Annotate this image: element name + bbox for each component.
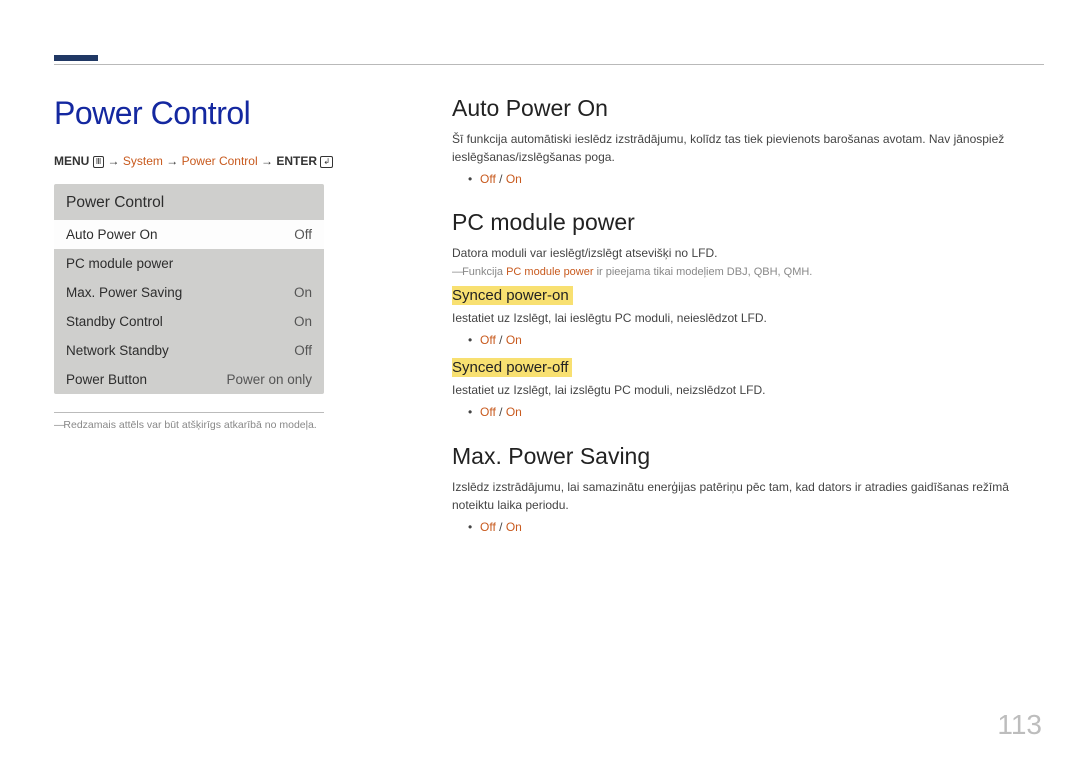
text-max-power-saving: Izslēdz izstrādājumu, lai samazinātu ene… <box>452 478 1044 514</box>
osd-title: Power Control <box>54 184 324 220</box>
heading-max-power-saving: Max. Power Saving <box>452 443 1044 470</box>
text-synced-power-off: Iestatiet uz Izslēgt, lai izslēgtu PC mo… <box>452 381 1044 399</box>
note-pc-module-power: Funkcija PC module power ir pieejama tik… <box>452 266 1044 278</box>
section-max-power-saving: Max. Power Saving Izslēdz izstrādājumu, … <box>452 443 1044 537</box>
path-system: System <box>123 154 163 168</box>
enter-icon: ↲ <box>320 156 333 168</box>
text-synced-power-on: Iestatiet uz Izslēgt, lai ieslēgtu PC mo… <box>452 309 1044 327</box>
osd-row[interactable]: Network Standby Off <box>54 336 324 365</box>
osd-row-label: Auto Power On <box>66 227 158 242</box>
heading-auto-power-on: Auto Power On <box>452 95 1044 122</box>
osd-panel: Power Control Auto Power On Off PC module … <box>54 184 324 394</box>
osd-row-label: PC module power <box>66 256 173 271</box>
heading-pc-module-power: PC module power <box>452 209 1044 236</box>
osd-row-label: Network Standby <box>66 343 169 358</box>
section-auto-power-on: Auto Power On Šī funkcija automātiski ie… <box>452 95 1044 189</box>
osd-row[interactable]: Standby Control On <box>54 307 324 336</box>
osd-row-value: Power on only <box>226 372 312 387</box>
heading-synced-power-on: Synced power-on <box>452 286 573 305</box>
osd-row-label: Standby Control <box>66 314 163 329</box>
osd-row[interactable]: Power Button Power on only <box>54 365 324 394</box>
section-pc-module-power: PC module power Datora moduli var ieslēg… <box>452 209 1044 422</box>
osd-row-value: Off <box>294 343 312 358</box>
page-title: Power Control <box>54 95 414 132</box>
osd-row[interactable]: Max. Power Saving On <box>54 278 324 307</box>
osd-row-value: Off <box>294 227 312 242</box>
menu-icon: Ⅲ <box>93 156 105 168</box>
osd-row[interactable]: PC module power <box>54 249 324 278</box>
enter-label: ENTER <box>276 154 317 168</box>
osd-row-value: On <box>294 314 312 329</box>
menu-path: MENU Ⅲ → System → Power Control → ENTER … <box>54 154 414 168</box>
heading-synced-power-off: Synced power-off <box>452 358 572 377</box>
opts-synced-power-off: Off / On <box>452 403 1044 422</box>
separator <box>54 412 324 413</box>
text-auto-power-on: Šī funkcija automātiski ieslēdz izstrādā… <box>452 130 1044 166</box>
footnote: Redzamais attēls var būt atšķirīgs atkar… <box>54 419 414 431</box>
text-pc-module-power: Datora moduli var ieslēgt/izslēgt atsevi… <box>452 244 1044 262</box>
path-power-control: Power Control <box>182 154 258 168</box>
page-number: 113 <box>997 709 1042 741</box>
osd-row-label: Max. Power Saving <box>66 285 182 300</box>
opts-max-power-saving: Off / On <box>452 518 1044 537</box>
opts-auto-power-on: Off / On <box>452 170 1044 189</box>
opts-synced-power-on: Off / On <box>452 331 1044 350</box>
osd-row-value: On <box>294 285 312 300</box>
osd-row-label: Power Button <box>66 372 147 387</box>
header-rule <box>54 64 1044 65</box>
menu-label: MENU <box>54 154 89 168</box>
header-marker <box>54 55 98 61</box>
osd-row[interactable]: Auto Power On Off <box>54 220 324 249</box>
